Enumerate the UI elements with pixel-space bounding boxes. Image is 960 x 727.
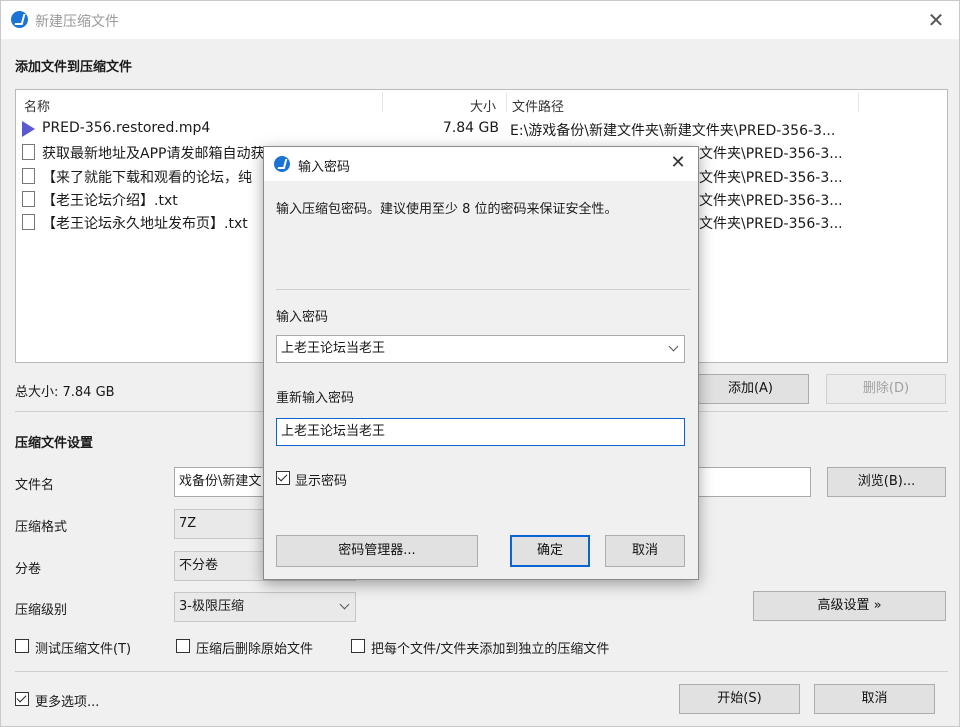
file-name: 【来了就能下载和观看的论坛，纯 — [42, 170, 252, 186]
password-input[interactable]: 上老王论坛当老王 — [276, 335, 685, 363]
file-name: 【老王论坛介绍】.txt — [42, 193, 178, 209]
add-button[interactable]: 添加(A) — [692, 374, 809, 404]
show-password-label: 显示密码 — [295, 474, 348, 489]
file-path: 文件夹\PRED-356-3... — [699, 193, 843, 209]
divider — [276, 289, 690, 290]
app-logo-icon — [274, 156, 290, 172]
add-files-section-title: 添加文件到压缩文件 — [15, 60, 133, 75]
column-separator — [858, 92, 859, 112]
format-label: 压缩格式 — [15, 520, 68, 535]
delete-after-checkbox[interactable] — [176, 639, 190, 653]
app-logo-icon — [11, 11, 28, 28]
settings-section-title: 压缩文件设置 — [15, 436, 94, 451]
column-separator — [382, 92, 383, 112]
password-value: 上老王论坛当老王 — [281, 341, 386, 356]
file-path: E:\游戏备份\新建文件夹\新建文件夹\PRED-356-3... — [510, 123, 836, 139]
file-path: 文件夹\PRED-356-3... — [699, 216, 843, 232]
title-bar: 新建压缩文件 ✕ — [1, 1, 959, 39]
text-file-icon — [22, 144, 35, 160]
column-separator — [506, 92, 507, 112]
ok-button[interactable]: 确定 — [510, 535, 590, 567]
show-password-checkbox[interactable] — [276, 471, 290, 485]
split-value: 不分卷 — [179, 558, 219, 573]
level-value: 3-极限压缩 — [179, 599, 244, 614]
more-options-checkbox[interactable] — [15, 692, 29, 706]
window-title: 新建压缩文件 — [35, 14, 119, 30]
separate-archives-checkbox[interactable] — [351, 639, 365, 653]
chevron-down-icon — [339, 599, 350, 610]
separate-archives-label: 把每个文件/文件夹添加到独立的压缩文件 — [371, 642, 610, 657]
more-options-label: 更多选项... — [35, 695, 100, 710]
password-dialog: 输入密码 ✕ 输入压缩包密码。建议使用至少 8 位的密码来保证安全性。 输入密码… — [263, 146, 699, 580]
start-button[interactable]: 开始(S) — [679, 684, 800, 714]
split-label: 分卷 — [15, 562, 42, 577]
chevron-down-icon[interactable] — [668, 341, 679, 352]
cancel-button[interactable]: 取消 — [814, 684, 935, 714]
file-size: 7.84 GB — [442, 120, 499, 136]
confirm-password-input[interactable]: 上老王论坛当老王 — [276, 418, 685, 446]
delete-button[interactable]: 删除(D) — [826, 374, 946, 404]
level-select[interactable]: 3-极限压缩 — [174, 592, 356, 622]
confirm-password-label: 重新输入密码 — [276, 391, 355, 406]
file-path: 文件夹\PRED-356-3... — [699, 146, 843, 162]
file-path: 文件夹\PRED-356-3... — [699, 170, 843, 186]
total-size: 总大小: 7.84 GB — [15, 385, 115, 400]
format-value: 7Z — [179, 516, 197, 531]
column-path[interactable]: 文件路径 — [512, 96, 564, 115]
level-label: 压缩级别 — [15, 603, 68, 618]
test-archive-checkbox[interactable] — [15, 639, 29, 653]
filename-label: 文件名 — [15, 478, 55, 493]
file-name: 【老王论坛永久地址发布页】.txt — [42, 216, 248, 232]
close-icon[interactable]: ✕ — [923, 7, 949, 33]
text-file-icon — [22, 214, 35, 230]
video-file-icon — [22, 121, 35, 137]
text-file-icon — [22, 168, 35, 184]
advanced-settings-button[interactable]: 高级设置 » — [753, 591, 946, 621]
password-label: 输入密码 — [276, 310, 329, 325]
file-name: 获取最新地址及APP请发邮箱自动获取 — [42, 146, 279, 162]
dialog-title-bar: 输入密码 ✕ — [264, 147, 698, 181]
browse-button[interactable]: 浏览(B)... — [827, 467, 946, 497]
test-archive-label: 测试压缩文件(T) — [35, 642, 132, 657]
password-manager-button[interactable]: 密码管理器... — [276, 535, 478, 567]
divider — [15, 671, 948, 672]
column-name[interactable]: 名称 — [24, 96, 50, 115]
dialog-description: 输入压缩包密码。建议使用至少 8 位的密码来保证安全性。 — [276, 202, 618, 217]
column-size[interactable]: 大小 — [470, 96, 496, 115]
dialog-title: 输入密码 — [298, 160, 351, 175]
close-icon[interactable]: ✕ — [666, 151, 690, 175]
delete-after-label: 压缩后删除原始文件 — [196, 642, 314, 657]
file-name: PRED-356.restored.mp4 — [42, 120, 211, 136]
text-file-icon — [22, 191, 35, 207]
table-row[interactable]: PRED-356.restored.mp4 7.84 GB E:\游戏备份\新建… — [16, 118, 947, 141]
dialog-cancel-button[interactable]: 取消 — [605, 535, 685, 567]
file-list-header: 名称 大小 文件路径 — [16, 90, 947, 116]
